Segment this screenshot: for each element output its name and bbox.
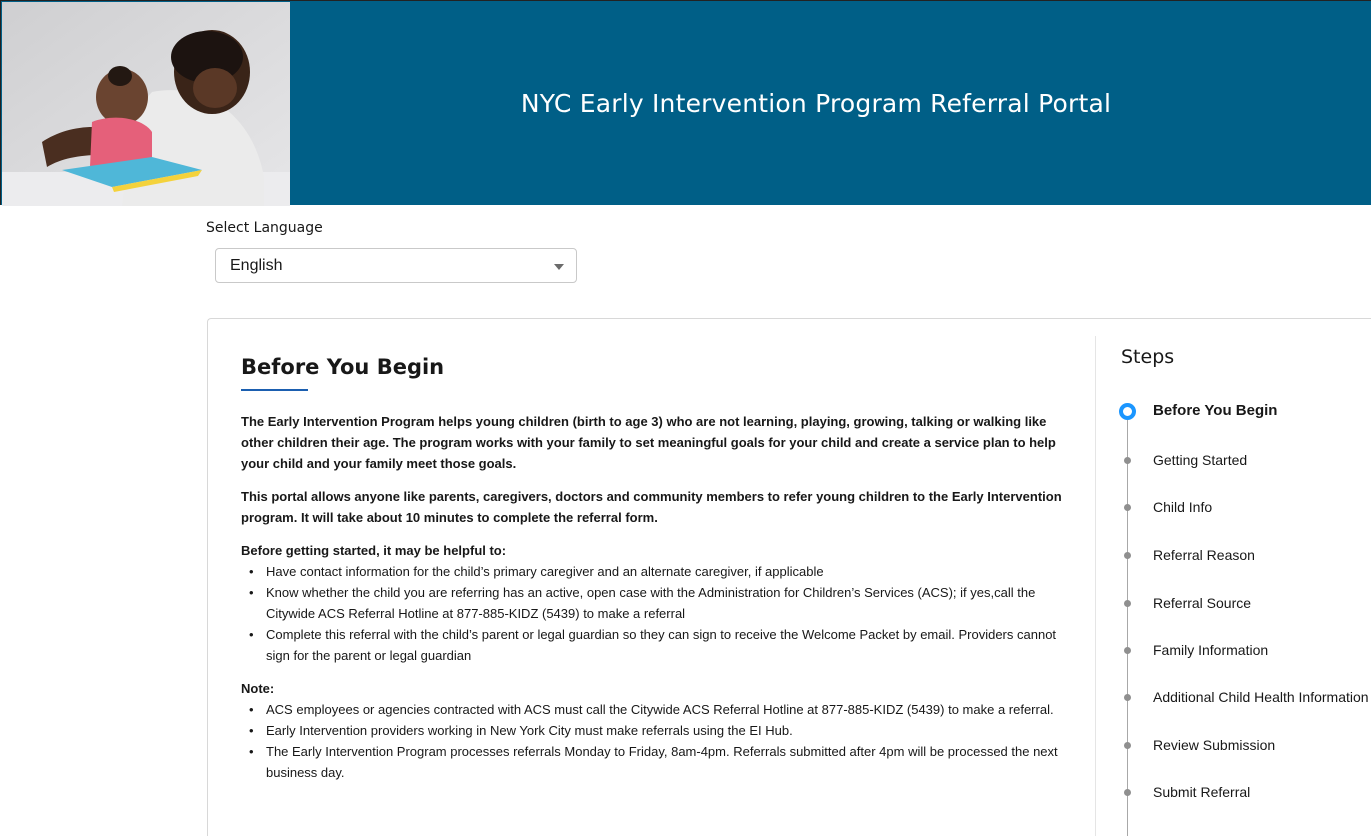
- step-additional-child-health-information[interactable]: Additional Child Health Information: [1153, 689, 1369, 705]
- step-before-you-begin[interactable]: Before You Begin: [1153, 402, 1277, 419]
- note-list: ACS employees or agencies contracted wit…: [249, 699, 1071, 783]
- before-you-begin-content: The Early Intervention Program helps you…: [241, 411, 1071, 783]
- list-item: Complete this referral with the child’s …: [249, 624, 1071, 666]
- language-select[interactable]: English: [215, 248, 577, 283]
- step-submit-referral[interactable]: Submit Referral: [1153, 784, 1250, 800]
- step-getting-started[interactable]: Getting Started: [1153, 452, 1247, 468]
- current-step-icon: [1119, 403, 1136, 420]
- list-item: Have contact information for the child’s…: [249, 561, 1071, 582]
- step-child-info[interactable]: Child Info: [1153, 499, 1212, 515]
- page-header: NYC Early Intervention Program Referral …: [0, 0, 1371, 206]
- caret-down-icon: [554, 264, 564, 270]
- intro-paragraph: The Early Intervention Program helps you…: [241, 414, 1056, 471]
- header-photo: [2, 2, 290, 206]
- step-dot-icon: [1124, 552, 1131, 559]
- steps-title: Steps: [1121, 346, 1175, 368]
- language-selected-value: English: [230, 256, 283, 274]
- steps-connector-line: [1127, 420, 1128, 836]
- helpful-heading: Before getting started, it may be helpfu…: [241, 543, 507, 558]
- list-item: Know whether the child you are referring…: [249, 582, 1071, 624]
- step-dot-icon: [1124, 742, 1131, 749]
- step-referral-source[interactable]: Referral Source: [1153, 595, 1251, 611]
- step-review-submission[interactable]: Review Submission: [1153, 737, 1275, 753]
- step-dot-icon: [1124, 789, 1131, 796]
- step-referral-reason[interactable]: Referral Reason: [1153, 547, 1255, 563]
- step-family-information[interactable]: Family Information: [1153, 642, 1268, 658]
- portal-description: This portal allows anyone like parents, …: [241, 489, 1062, 525]
- step-dot-icon: [1124, 504, 1131, 511]
- step-dot-icon: [1124, 600, 1131, 607]
- steps-divider: [1095, 336, 1096, 836]
- parent-child-reading-image: [2, 2, 290, 206]
- note-heading: Note:: [241, 681, 275, 696]
- step-dot-icon: [1124, 694, 1131, 701]
- portal-title: NYC Early Intervention Program Referral …: [520, 89, 1112, 118]
- list-item: Early Intervention providers working in …: [249, 720, 1071, 741]
- section-title: Before You Begin: [241, 355, 445, 379]
- list-item: ACS employees or agencies contracted wit…: [249, 699, 1071, 720]
- list-item: The Early Intervention Program processes…: [249, 741, 1071, 783]
- step-dot-icon: [1124, 647, 1131, 654]
- step-dot-icon: [1124, 457, 1131, 464]
- title-underline: [241, 389, 308, 391]
- select-language-label: Select Language: [206, 220, 323, 236]
- helpful-list: Have contact information for the child’s…: [249, 561, 1071, 666]
